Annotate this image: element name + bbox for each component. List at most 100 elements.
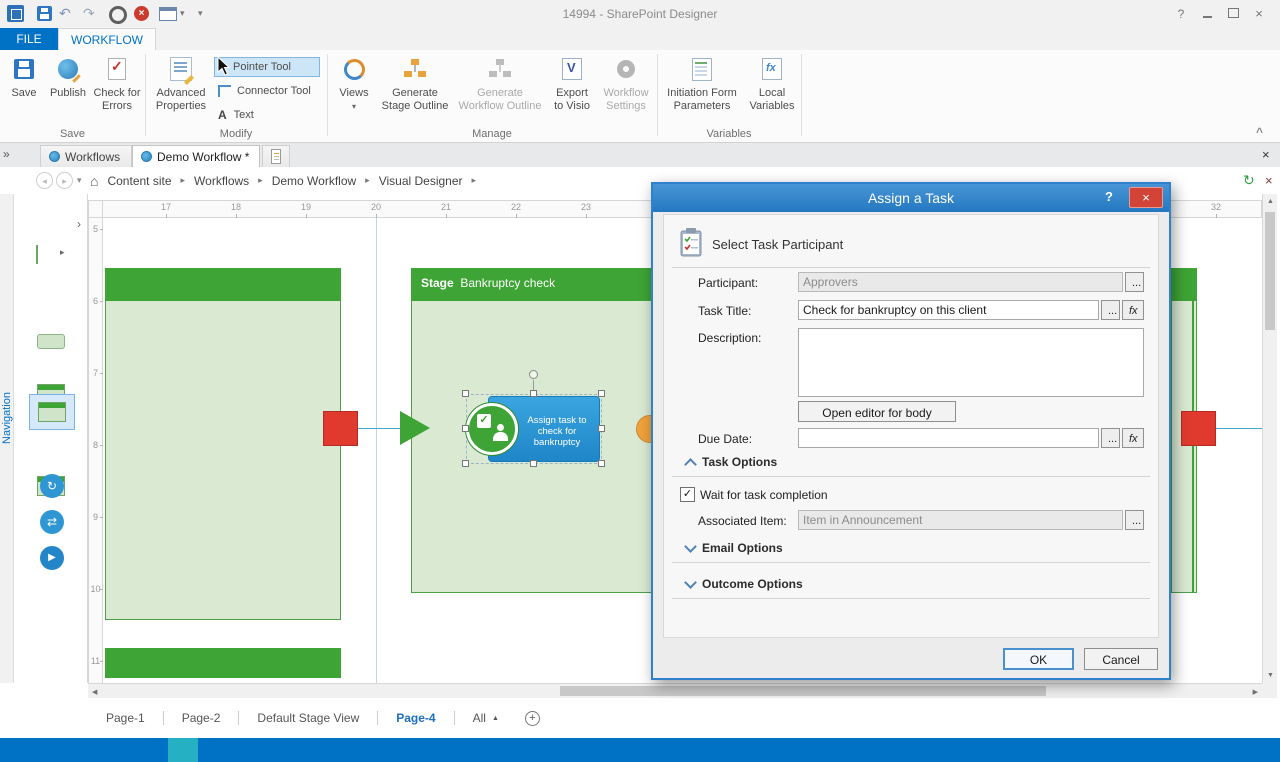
breadcrumb-item-demo-workflow[interactable]: Demo Workflow	[272, 174, 356, 188]
outcome-options-expand-icon[interactable]	[684, 576, 697, 589]
close-button[interactable]: ×	[1248, 6, 1270, 22]
resize-handle-e[interactable]	[598, 425, 605, 432]
back-button[interactable]: ◂	[36, 172, 53, 189]
breadcrumb-item-visual-designer[interactable]: Visual Designer	[379, 174, 463, 188]
breadcrumb-item-workflows[interactable]: Workflows	[194, 174, 249, 188]
resize-handle-sw[interactable]	[462, 460, 469, 467]
add-page-button[interactable]: +	[525, 711, 540, 726]
undo-icon[interactable]: ↶	[59, 6, 71, 20]
views-button[interactable]: Views ▾	[332, 54, 376, 134]
resize-handle-n[interactable]	[530, 390, 537, 397]
shape-item-stage-selected[interactable]	[29, 394, 75, 430]
save-button[interactable]: Save	[4, 54, 44, 134]
local-variables-button[interactable]: Local Variables	[746, 54, 798, 134]
ok-button[interactable]: OK	[1003, 648, 1074, 670]
stage-left-body[interactable]	[105, 301, 341, 620]
dialog-close-button[interactable]: ×	[1129, 187, 1163, 208]
breadcrumb-item-content-site[interactable]: Content site	[107, 174, 171, 188]
resize-handle-ne[interactable]	[598, 390, 605, 397]
all-pages-arrow-icon[interactable]: ▲	[492, 715, 499, 722]
resize-handle-s[interactable]	[530, 460, 537, 467]
horizontal-scroll-thumb[interactable]	[560, 686, 1046, 696]
task-options-header[interactable]: Task Options	[702, 455, 777, 469]
due-date-browse-button[interactable]: ...	[1101, 428, 1120, 448]
minimize-button[interactable]	[1196, 6, 1218, 22]
participant-field[interactable]	[798, 272, 1123, 292]
scroll-up-arrow[interactable]: ▲	[1267, 198, 1274, 205]
stage-entry-arrow-shape[interactable]	[400, 411, 430, 445]
stage-bottom-header[interactable]	[105, 648, 341, 678]
text-tool-button[interactable]: A Text	[214, 105, 320, 125]
task-icon-circle[interactable]	[466, 403, 518, 455]
scroll-right-arrow[interactable]: ▶	[1253, 688, 1258, 696]
help-button[interactable]: ?	[1170, 6, 1192, 22]
app-icon[interactable]	[7, 5, 24, 22]
stop-icon[interactable]: ×	[1265, 174, 1273, 187]
advanced-properties-button[interactable]: Advanced Properties	[150, 54, 212, 134]
publish-button[interactable]: Publish	[46, 54, 90, 134]
open-editor-button[interactable]: Open editor for body	[798, 401, 956, 422]
connector-tool-button[interactable]: Connector Tool	[214, 81, 320, 101]
doc-tab-demo-workflow[interactable]: Demo Workflow *	[132, 145, 260, 167]
vertical-scroll-thumb[interactable]	[1265, 212, 1275, 330]
qat-customize-icon[interactable]: ▾	[198, 9, 203, 18]
outcome-options-header[interactable]: Outcome Options	[702, 577, 803, 591]
resize-handle-w[interactable]	[462, 425, 469, 432]
description-field[interactable]	[798, 328, 1144, 397]
gear-icon[interactable]	[109, 6, 127, 24]
redo-icon[interactable]: ↷	[83, 6, 95, 20]
page-tab-default-stage-view[interactable]: Default Stage View	[251, 711, 365, 725]
history-dropdown-icon[interactable]: ▾	[77, 176, 82, 185]
shape-item-start[interactable]: ▶	[40, 546, 64, 570]
page-tab-all[interactable]: All	[467, 711, 492, 725]
check-for-errors-button[interactable]: Check for Errors	[92, 54, 142, 134]
initiation-form-parameters-button[interactable]: Initiation Form Parameters	[662, 54, 742, 134]
stage-exit-shape-right[interactable]	[1181, 411, 1216, 446]
close-document-icon[interactable]: ×	[1262, 148, 1270, 161]
shape-item-simple-stage[interactable]	[37, 334, 65, 349]
generate-stage-outline-button[interactable]: Generate Stage Outline	[380, 54, 450, 134]
page-tab-4-active[interactable]: Page-4	[390, 711, 441, 725]
cancel-button[interactable]: Cancel	[1084, 648, 1158, 670]
participant-browse-button[interactable]: ...	[1125, 272, 1144, 292]
wait-for-completion-checkbox[interactable]: ✓	[680, 487, 695, 502]
associated-item-browse-button[interactable]: ...	[1125, 510, 1144, 530]
email-options-expand-icon[interactable]	[684, 540, 697, 553]
associated-item-field[interactable]	[798, 510, 1123, 530]
resize-handle-se[interactable]	[598, 460, 605, 467]
page-tab-1[interactable]: Page-1	[100, 711, 151, 725]
shape-item-parallel[interactable]: ⇄	[40, 510, 64, 534]
gallery-dropdown-icon[interactable]: ▸	[60, 248, 65, 257]
tab-file[interactable]: FILE	[0, 28, 58, 50]
preview-dropdown-icon[interactable]: ▾	[180, 9, 185, 18]
task-title-fx-button[interactable]: fx	[1122, 300, 1144, 320]
email-options-header[interactable]: Email Options	[702, 541, 783, 555]
page-tab-2[interactable]: Page-2	[176, 711, 227, 725]
scroll-down-arrow[interactable]: ▼	[1267, 672, 1274, 679]
task-options-collapse-icon[interactable]	[684, 458, 697, 471]
preview-icon[interactable]	[159, 7, 177, 21]
maximize-button[interactable]	[1222, 6, 1244, 22]
due-date-field[interactable]	[798, 428, 1099, 448]
forward-button[interactable]: ▸	[56, 172, 73, 189]
qat-save-icon[interactable]	[37, 6, 52, 21]
collapse-ribbon-icon[interactable]: ^	[1256, 126, 1263, 138]
dialog-help-button[interactable]: ?	[1105, 189, 1113, 204]
tab-scroll-left-icon[interactable]: »	[3, 148, 10, 160]
scroll-left-arrow[interactable]: ◀	[92, 688, 97, 696]
task-title-browse-button[interactable]: ...	[1101, 300, 1120, 320]
task-title-field[interactable]	[798, 300, 1099, 320]
rotation-handle[interactable]	[529, 370, 538, 379]
stage-exit-shape[interactable]	[323, 411, 358, 446]
due-date-fx-button[interactable]: fx	[1122, 428, 1144, 448]
new-tab-button[interactable]	[262, 145, 290, 167]
doc-tab-workflows[interactable]: Workflows	[40, 145, 132, 167]
tab-workflow[interactable]: WORKFLOW	[58, 28, 156, 50]
error-icon[interactable]: ×	[134, 6, 149, 21]
navigation-pane-collapsed[interactable]: Navigation	[0, 194, 14, 683]
resize-handle-nw[interactable]	[462, 390, 469, 397]
export-to-visio-button[interactable]: Export to Visio	[550, 54, 594, 134]
shape-gallery-icon[interactable]	[36, 245, 38, 264]
panel-expand-icon[interactable]: ›	[77, 218, 81, 230]
shape-item-loop[interactable]: ↻	[40, 474, 64, 498]
